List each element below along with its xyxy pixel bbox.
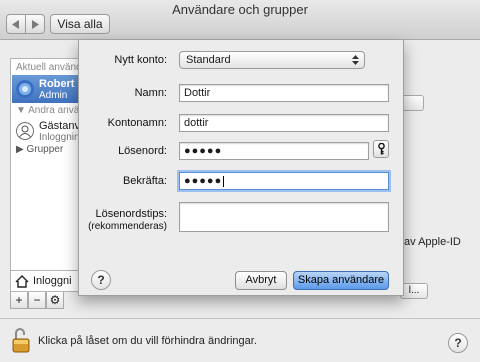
chevron-left-icon [12,19,19,29]
avatar [16,80,34,98]
key-icon [378,143,385,155]
add-user-button[interactable]: + [10,292,28,309]
password-hint-label: Lösenordstips: [95,208,167,220]
gear-icon[interactable]: ⚙ [46,292,64,309]
account-name-label: Kontonamn: [107,117,167,129]
password-label: Lösenord: [118,145,167,157]
new-user-sheet: Nytt konto: Standard Namn: Dottir Konton… [78,40,404,296]
password-hint-sublabel: (rekommenderas) [88,221,167,232]
password-field[interactable]: ●●●●● [179,142,369,160]
help-button[interactable]: ? [448,333,468,353]
disclosure-triangle-icon: ▶ [16,144,27,155]
allow-reset-suffix: av Apple-ID [404,236,461,248]
account-type-value: Standard [186,54,231,66]
confirm-label: Bekräfta: [122,175,167,187]
remove-user-button[interactable]: − [28,292,46,309]
confirm-password-value: ●●●●● [184,175,223,187]
new-account-label: Nytt konto: [114,54,167,66]
cancel-button[interactable]: Avbryt [235,271,287,290]
groups-label: Grupper [26,144,64,155]
window-titlebar: Användare och grupper Visa alla [0,0,480,40]
sidebar-controls: + − ⚙ [10,292,64,310]
lock-hint-text: Klicka på låset om du vill förhindra änd… [38,335,257,347]
confirm-password-field[interactable]: ●●●●● [179,172,389,190]
name-label: Namn: [134,87,167,99]
chevron-right-icon [32,19,39,29]
login-options-label: Inloggni [33,275,72,287]
updown-arrows-icon [352,55,359,65]
text-caret [223,175,225,187]
account-type-popup[interactable]: Standard [179,51,365,69]
current-user-role: Admin [39,89,68,101]
password-hint-field[interactable] [179,202,389,232]
forward-button[interactable] [25,14,45,34]
guest-avatar-icon [16,122,34,140]
password-assistant-button[interactable] [373,140,389,158]
disclosure-triangle-icon[interactable]: ▼ [16,105,28,116]
current-user-name: Robert I [39,77,81,90]
open-parental-button[interactable]: l... [400,283,428,299]
account-name-field[interactable]: dottir [179,114,389,132]
show-all-button[interactable]: Visa alla [50,14,110,34]
bottom-bar: Klicka på låset om du vill förhindra änd… [0,318,480,362]
unlocked-lock-icon[interactable] [12,327,30,353]
full-name-field[interactable]: Dottir [179,84,389,102]
create-user-button[interactable]: Skapa användare [293,271,389,290]
sidebar-item-groups[interactable]: ▶ Grupper [16,144,63,155]
back-button[interactable] [6,14,26,34]
house-icon [15,274,29,288]
sheet-help-button[interactable]: ? [91,270,111,290]
